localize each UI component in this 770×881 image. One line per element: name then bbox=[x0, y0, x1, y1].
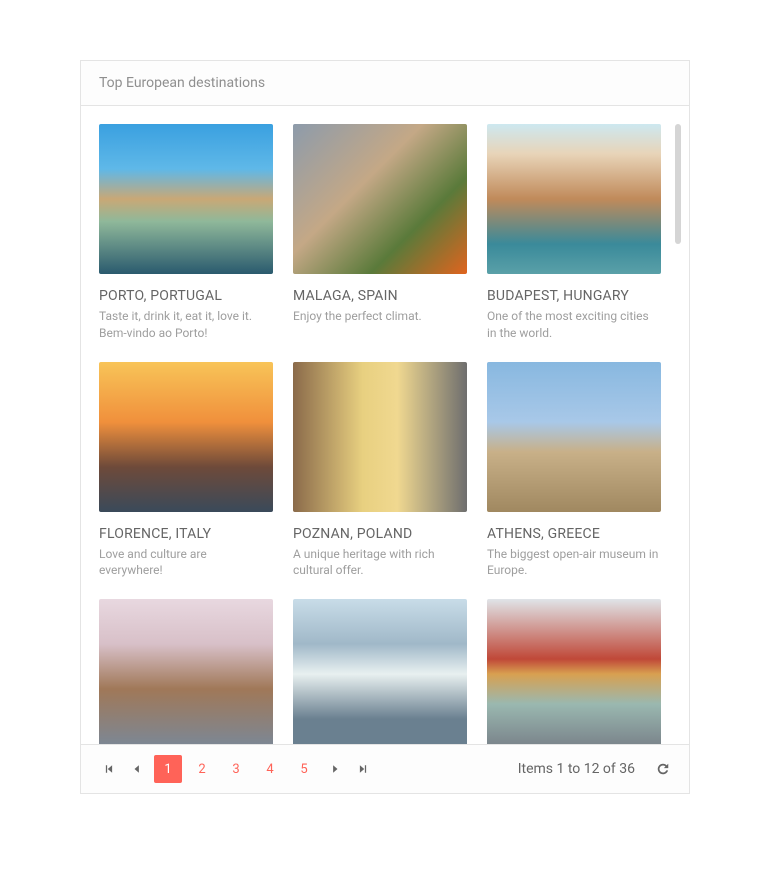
destination-image bbox=[487, 362, 661, 512]
pager-page-1[interactable]: 1 bbox=[154, 755, 182, 783]
refresh-icon bbox=[656, 762, 670, 776]
destination-image bbox=[293, 362, 467, 512]
pager-page-4[interactable]: 4 bbox=[256, 755, 284, 783]
seek-last-icon bbox=[358, 764, 368, 774]
pager-next-button[interactable] bbox=[321, 755, 349, 783]
destination-title: PORTO, PORTUGAL bbox=[99, 288, 273, 304]
destination-description: Enjoy the perfect climat. bbox=[293, 308, 467, 325]
destination-title: POZNAN, POLAND bbox=[293, 526, 467, 542]
caret-right-icon bbox=[330, 764, 340, 774]
pager-last-button[interactable] bbox=[349, 755, 377, 783]
destination-image bbox=[487, 124, 661, 274]
panel-title: Top European destinations bbox=[99, 75, 265, 91]
destination-card[interactable]: FLORENCE, ITALY Love and culture are ever… bbox=[99, 362, 273, 580]
pager: 12345 Items 1 to 12 of 36 bbox=[81, 744, 689, 793]
destination-title: ATHENS, GREECE bbox=[487, 526, 661, 542]
destination-description: Love and culture are everywhere! bbox=[99, 546, 273, 580]
pager-info: Items 1 to 12 of 36 bbox=[518, 761, 635, 777]
pager-page-2[interactable]: 2 bbox=[188, 755, 216, 783]
destination-image bbox=[487, 599, 661, 744]
pager-first-button[interactable] bbox=[95, 755, 123, 783]
destination-image bbox=[99, 124, 273, 274]
destination-image bbox=[293, 599, 467, 744]
destination-title: MALAGA, SPAIN bbox=[293, 288, 467, 304]
destination-image bbox=[99, 362, 273, 512]
destination-description: A unique heritage with rich cultural off… bbox=[293, 546, 467, 580]
destination-card[interactable] bbox=[487, 599, 661, 744]
panel-header: Top European destinations bbox=[81, 61, 689, 106]
pager-prev-button[interactable] bbox=[123, 755, 151, 783]
destination-image bbox=[293, 124, 467, 274]
destination-card[interactable]: PORTO, PORTUGAL Taste it, drink it, eat i… bbox=[99, 124, 273, 342]
destination-description: Taste it, drink it, eat it, love it. Bem… bbox=[99, 308, 273, 342]
destination-card[interactable] bbox=[99, 599, 273, 744]
seek-first-icon bbox=[104, 764, 114, 774]
destination-description: One of the most exciting cities in the w… bbox=[487, 308, 661, 342]
scrollbar-track[interactable] bbox=[675, 124, 681, 726]
caret-left-icon bbox=[132, 764, 142, 774]
destination-image bbox=[99, 599, 273, 744]
destination-description: The biggest open-air museum in Europe. bbox=[487, 546, 661, 580]
destination-card[interactable]: POZNAN, POLAND A unique heritage with ric… bbox=[293, 362, 467, 580]
scrollbar-thumb[interactable] bbox=[675, 124, 681, 244]
destinations-panel: Top European destinations PORTO, PORTUGA… bbox=[80, 60, 690, 794]
destination-title: BUDAPEST, HUNGARY bbox=[487, 288, 661, 304]
destination-card[interactable]: BUDAPEST, HUNGARY One of the most excitin… bbox=[487, 124, 661, 342]
pager-page-5[interactable]: 5 bbox=[290, 755, 318, 783]
destination-title: FLORENCE, ITALY bbox=[99, 526, 273, 542]
pager-refresh-button[interactable] bbox=[651, 757, 675, 781]
pager-page-3[interactable]: 3 bbox=[222, 755, 250, 783]
destination-card[interactable] bbox=[293, 599, 467, 744]
destinations-grid: PORTO, PORTUGAL Taste it, drink it, eat i… bbox=[99, 124, 661, 744]
destination-card[interactable]: ATHENS, GREECE The biggest open-air museu… bbox=[487, 362, 661, 580]
destination-card[interactable]: MALAGA, SPAIN Enjoy the perfect climat. bbox=[293, 124, 467, 342]
scroll-area: PORTO, PORTUGAL Taste it, drink it, eat i… bbox=[81, 106, 689, 744]
